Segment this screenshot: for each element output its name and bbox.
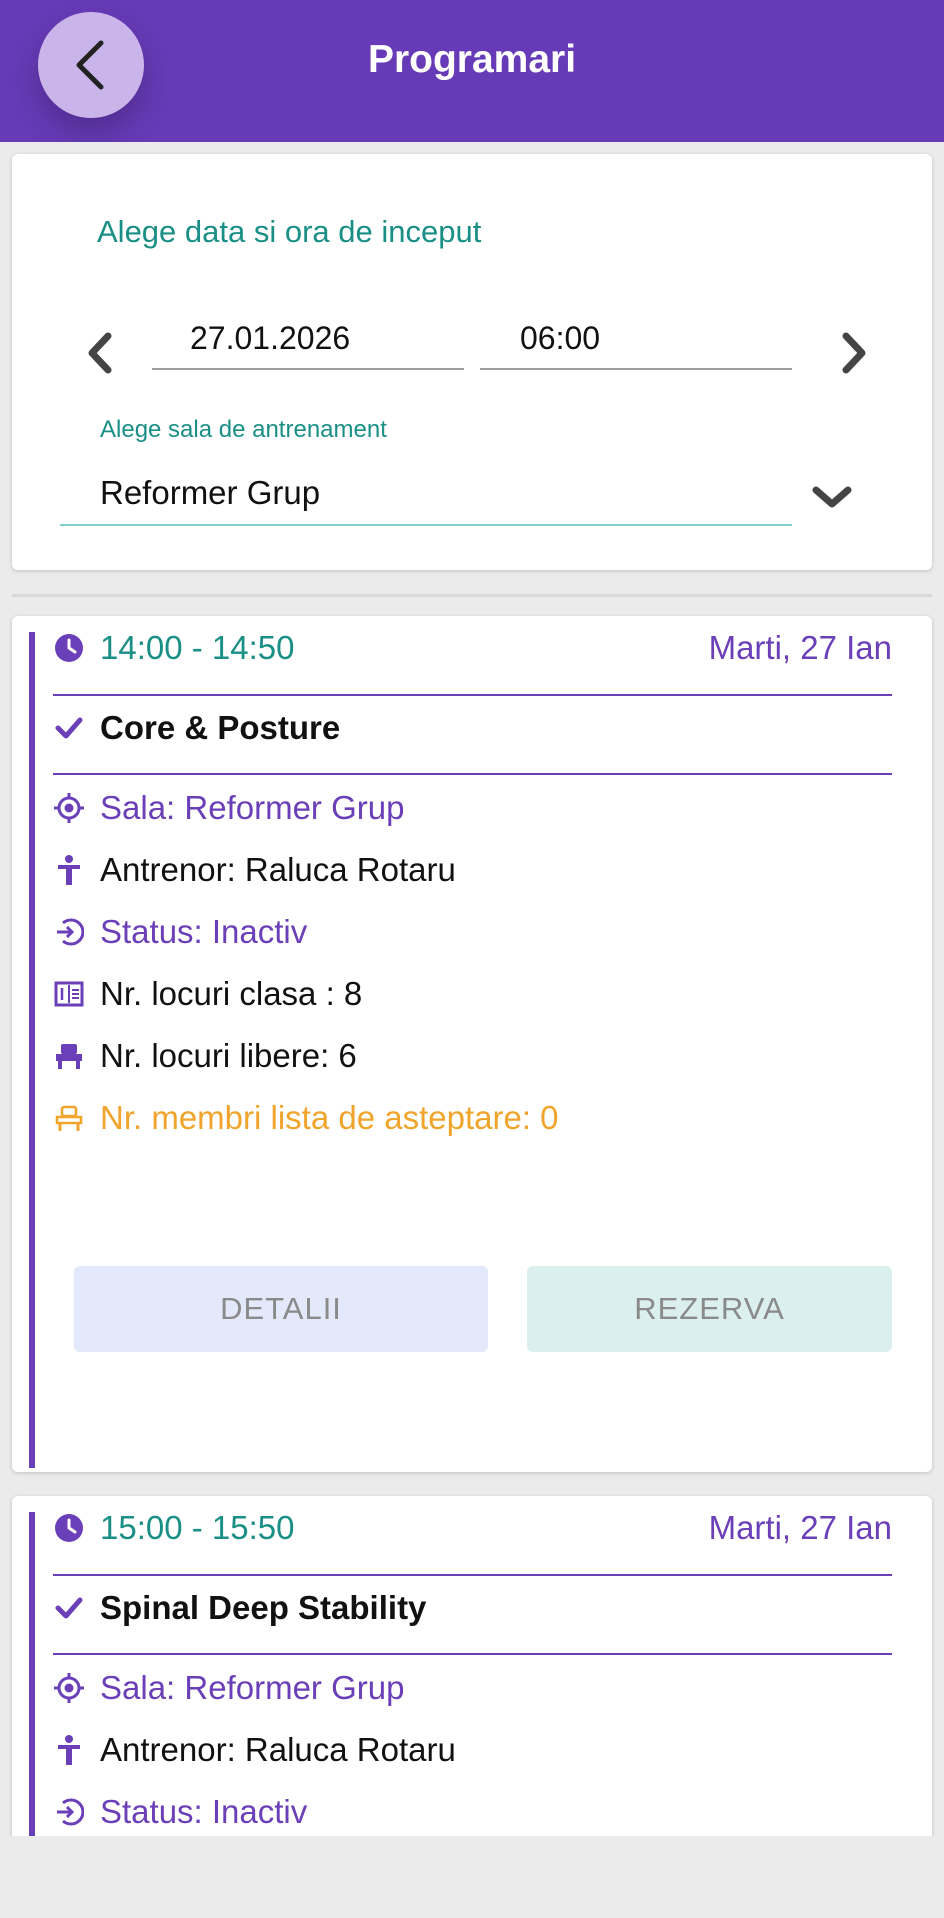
page-title: Programari [367, 38, 577, 81]
divider [53, 1653, 892, 1655]
class-waitlist: Nr. membri lista de asteptare: 0 [100, 1099, 559, 1136]
room-label: Alege sala de antrenament [100, 416, 387, 443]
seat-outline-icon [52, 1101, 86, 1135]
filter-panel: Alege data si ora de inceput 27.01.2026 … [12, 154, 932, 570]
class-date: Marti, 27 Ian [708, 629, 892, 666]
date-field[interactable]: 27.01.2026 [152, 310, 464, 370]
free-spots-row: Nr. locuri libere: 6 [52, 1034, 892, 1078]
next-day-icon[interactable] [834, 328, 874, 378]
card-accent-bar [29, 1512, 35, 1836]
numbers-icon [52, 977, 86, 1011]
clock-icon [52, 631, 86, 665]
class-time-row: 15:00 - 15:50 Marti, 27 Ian [52, 1506, 892, 1550]
class-name: Spinal Deep Stability [100, 1589, 427, 1626]
class-time: 14:00 - 14:50 [100, 629, 295, 666]
app-header: Programari [0, 0, 944, 142]
class-trainer: Antrenor: Raluca Rotaru [100, 851, 456, 888]
location-target-icon [52, 1671, 86, 1705]
time-field[interactable]: 06:00 [480, 310, 792, 370]
chevron-down-icon[interactable] [812, 484, 852, 512]
details-button[interactable]: DETALII [74, 1266, 488, 1352]
date-value: 27.01.2026 [190, 320, 351, 356]
divider [53, 694, 892, 696]
class-card: 14:00 - 14:50 Marti, 27 Ian Core & Postu… [12, 616, 932, 1472]
person-icon [52, 1733, 86, 1767]
login-icon [52, 915, 86, 949]
room-row: Sala: Reformer Grup [52, 786, 892, 830]
class-capacity: Nr. locuri clasa : 8 [100, 975, 363, 1012]
class-date: Marti, 27 Ian [708, 1509, 892, 1546]
status-row: Status: Inactiv [52, 1790, 892, 1834]
main-content: Alege data si ora de inceput 27.01.2026 … [0, 142, 944, 1836]
class-name: Core & Posture [100, 709, 341, 746]
class-trainer: Antrenor: Raluca Rotaru [100, 1731, 456, 1768]
seat-icon [52, 1039, 86, 1073]
class-name-row: Core & Posture [52, 706, 892, 750]
class-name-row: Spinal Deep Stability [52, 1586, 892, 1630]
person-icon [52, 853, 86, 887]
book-button[interactable]: REZERVA [527, 1266, 892, 1352]
date-time-label: Alege data si ora de inceput [97, 214, 482, 249]
time-value: 06:00 [520, 320, 601, 356]
previous-day-icon[interactable] [80, 328, 120, 378]
divider [53, 1574, 892, 1576]
section-divider [12, 594, 932, 597]
class-room: Sala: Reformer Grup [100, 789, 405, 826]
class-status: Status: Inactiv [100, 913, 308, 950]
trainer-row: Antrenor: Raluca Rotaru [52, 848, 892, 892]
waitlist-row: Nr. membri lista de asteptare: 0 [52, 1096, 892, 1140]
class-status: Status: Inactiv [100, 1793, 308, 1830]
class-time: 15:00 - 15:50 [100, 1509, 295, 1546]
card-accent-bar [29, 632, 35, 1468]
class-time-row: 14:00 - 14:50 Marti, 27 Ian [52, 626, 892, 670]
check-icon [52, 1591, 86, 1625]
room-select[interactable]: Reformer Grup [60, 444, 792, 526]
check-icon [52, 711, 86, 745]
trainer-row: Antrenor: Raluca Rotaru [52, 1728, 892, 1772]
clock-icon [52, 1511, 86, 1545]
class-room: Sala: Reformer Grup [100, 1669, 405, 1706]
capacity-row: Nr. locuri clasa : 8 [52, 972, 892, 1016]
class-free-spots: Nr. locuri libere: 6 [100, 1037, 357, 1074]
class-card: 15:00 - 15:50 Marti, 27 Ian Spinal Deep … [12, 1496, 932, 1836]
location-target-icon [52, 791, 86, 825]
divider [53, 773, 892, 775]
room-value: Reformer Grup [100, 474, 321, 511]
room-row: Sala: Reformer Grup [52, 1666, 892, 1710]
status-row: Status: Inactiv [52, 910, 892, 954]
login-icon [52, 1795, 86, 1829]
